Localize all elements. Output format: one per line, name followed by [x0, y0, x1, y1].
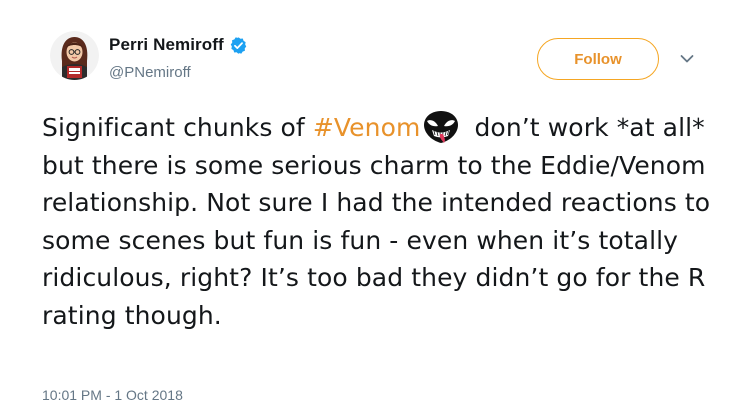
- tweet-card: Perri Nemiroff @PNemiroff Follow Signifi…: [0, 0, 738, 419]
- tweet-text: Significant chunks of #Venom don’t work *…: [42, 109, 722, 334]
- verified-badge-icon: [230, 36, 247, 54]
- venom-emoji-icon: [424, 111, 459, 143]
- chevron-down-icon[interactable]: [680, 54, 694, 64]
- timestamp[interactable]: 10:01 PM - 1 Oct 2018: [42, 387, 183, 403]
- tweet-text-rest: don’t work *at all* but there is some se…: [42, 113, 711, 330]
- author-row: Perri Nemiroff: [109, 35, 248, 55]
- display-name[interactable]: Perri Nemiroff: [109, 35, 224, 55]
- tweet-text-start: Significant chunks of: [42, 113, 313, 142]
- avatar[interactable]: [50, 31, 99, 80]
- follow-button[interactable]: Follow: [537, 38, 659, 80]
- user-handle[interactable]: @PNemiroff: [109, 64, 191, 81]
- hashtag-link[interactable]: #Venom: [313, 113, 421, 142]
- avatar-image: [50, 31, 99, 80]
